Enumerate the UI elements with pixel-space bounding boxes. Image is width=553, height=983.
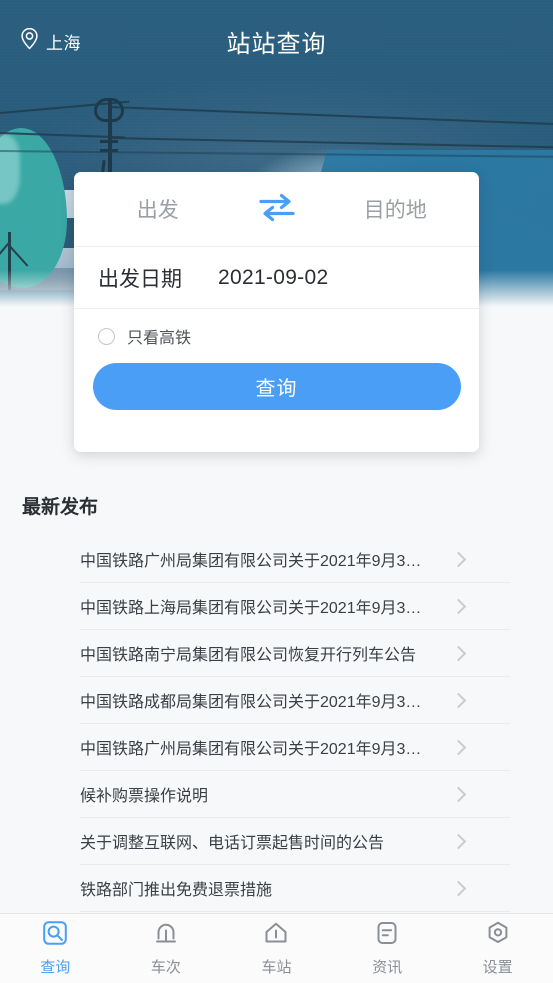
nav-item-query[interactable]: 查询 [0,914,111,983]
news-item-text: 铁路部门推出免费退票措施 [80,882,273,899]
list-item[interactable]: 关于调整互联网、电话订票起售时间的公告 [80,818,510,865]
list-item[interactable]: 铁路部门推出免费退票措施 [80,865,510,912]
query-button[interactable]: 查询 [92,363,461,410]
settings-hex-icon [485,920,511,951]
swap-horizontal-icon [256,190,298,229]
nav-label-news: 资讯 [372,959,403,976]
nav-label-query: 查询 [40,959,71,976]
station-home-icon [263,920,289,951]
nav-label-trains: 车次 [150,959,181,976]
radio-unchecked-icon[interactable] [98,327,115,345]
news-item-text: 候补购票操作说明 [80,788,209,805]
chevron-right-icon [450,551,467,567]
catenary-insulator [100,140,118,143]
chevron-right-icon [450,833,467,849]
news-item-text: 中国铁路南宁局集团有限公司恢复开行列车公告 [80,647,417,664]
news-item-text: 关于调整互联网、电话订票起售时间的公告 [80,835,385,852]
nav-label-settings: 设置 [482,959,513,976]
departure-date-value[interactable]: 2021-09-02 [218,266,328,290]
news-section-title: 最新发布 [22,497,99,518]
list-item[interactable]: 中国铁路广州局集团有限公司关于2021年9月3… [80,536,510,583]
nav-item-settings[interactable]: 设置 [442,914,553,983]
nav-label-stations: 车站 [261,959,292,976]
train-pantograph-icon [153,920,179,951]
nav-item-stations[interactable]: 车站 [221,914,332,983]
list-item[interactable]: 中国铁路南宁局集团有限公司恢复开行列车公告 [80,630,510,677]
chevron-right-icon [450,598,467,614]
list-item[interactable]: 中国铁路成都局集团有限公司关于2021年9月3… [80,677,510,724]
list-item[interactable]: 中国铁路上海局集团有限公司关于2021年9月3… [80,583,510,630]
nav-item-trains[interactable]: 车次 [111,914,222,983]
list-item[interactable]: 候补购票操作说明 [80,771,510,818]
chevron-right-icon [450,786,467,802]
news-item-text: 中国铁路广州局集团有限公司关于2021年9月3… [80,553,422,570]
swap-stations-button[interactable] [242,190,312,229]
news-list: 中国铁路广州局集团有限公司关于2021年9月3… 中国铁路上海局集团有限公司关于… [80,536,510,912]
city-selector[interactable]: 上海 [20,27,81,55]
nav-item-news[interactable]: 资讯 [332,914,443,983]
list-item[interactable]: 中国铁路广州局集团有限公司关于2021年9月3… [80,724,510,771]
chevron-right-icon [450,645,467,661]
news-document-icon [374,920,400,951]
news-item-text: 中国铁路成都局集团有限公司关于2021年9月3… [80,694,422,711]
page-title: 站站查询 [226,30,327,58]
from-station-input[interactable]: 出发 [74,194,242,224]
card-bottom-padding [74,410,479,452]
bottom-navigation-bar: 查询 车次 车站 资讯 设置 [0,913,553,983]
station-search-card: 出发 目的地 出发日期 2021-09-02 只看高铁 查询 [74,172,479,452]
to-station-input[interactable]: 目的地 [312,194,480,224]
origin-destination-row: 出发 目的地 [74,172,479,247]
search-square-icon [42,920,68,951]
high-speed-only-label: 只看高铁 [127,330,192,347]
departure-date-row[interactable]: 出发日期 2021-09-02 [74,247,479,309]
news-item-text: 中国铁路上海局集团有限公司关于2021年9月3… [80,600,422,617]
high-speed-only-option[interactable]: 只看高铁 [74,309,479,363]
chevron-right-icon [450,880,467,896]
chevron-right-icon [450,692,467,708]
departure-date-label: 出发日期 [98,267,182,291]
chevron-right-icon [450,739,467,755]
top-bar: 上海 站站查询 [0,0,553,82]
location-pin-icon [20,27,39,55]
city-name-label: 上海 [46,33,81,53]
app-root: 上海 站站查询 出发 目的地 出发日期 2021-09-02 只看高铁 查询 最… [0,0,553,983]
news-item-text: 中国铁路广州局集团有限公司关于2021年9月3… [80,741,422,758]
